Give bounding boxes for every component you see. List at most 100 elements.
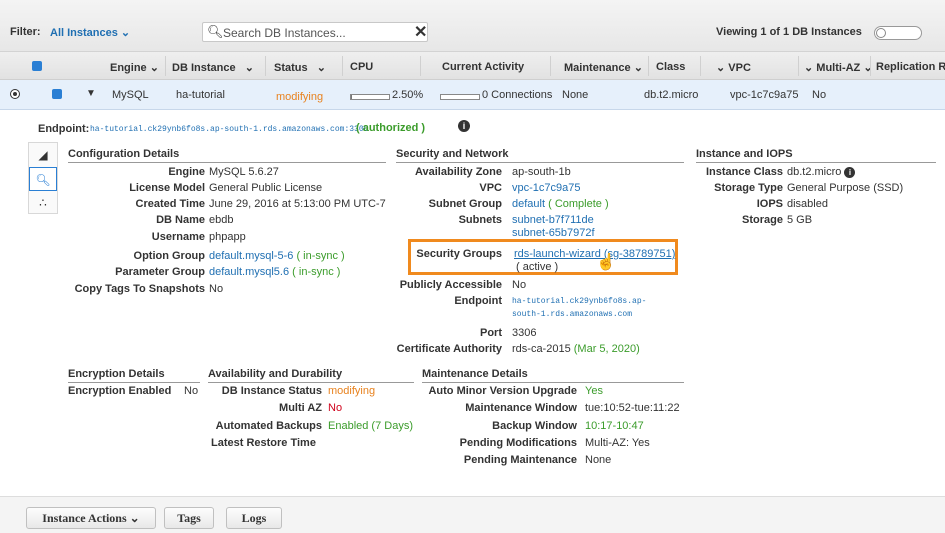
security-subnetgroup-label: Subnet Group xyxy=(428,198,502,210)
security-ca-date: (Mar 5, 2020) xyxy=(573,343,640,355)
instance-actions-button[interactable]: Instance Actions ⌄ xyxy=(26,507,156,529)
viewing-toggle[interactable] xyxy=(874,26,922,40)
config-username: phpapp xyxy=(209,231,246,243)
availability-backups-label: Automated Backups xyxy=(215,420,322,432)
option-group-link[interactable]: default.mysql-5-6 xyxy=(209,250,293,262)
security-public: No xyxy=(512,279,527,291)
parameter-group-link[interactable]: default.mysql5.6 xyxy=(209,266,289,278)
availability-status-label: DB Instance Status xyxy=(221,385,322,397)
config-copytags: No xyxy=(209,283,224,295)
row-select-icon[interactable] xyxy=(52,89,62,99)
instance-actions-label: Instance Actions xyxy=(42,511,127,525)
iops-class-label: Instance Class xyxy=(705,166,783,178)
filter-bar: Filter: All Instances ⌄ 🔍︎ Search DB Ins… xyxy=(0,0,945,52)
cpu-bar xyxy=(350,94,390,100)
parameter-group-status: ( in-sync ) xyxy=(292,266,341,278)
security-group-status: ( active ) xyxy=(516,261,559,273)
column-db-instance[interactable]: DB Instance ⌄ xyxy=(172,61,254,74)
side-tabs: ◢ 🔍︎ ∴ xyxy=(28,142,58,214)
iops-label: IOPS xyxy=(756,198,783,210)
config-license: General Public License xyxy=(209,182,323,194)
security-group-link[interactable]: rds-launch-wizard (sg-38789751) xyxy=(514,248,675,260)
activity-bar xyxy=(440,94,480,100)
availability-multiaz: No xyxy=(328,402,343,414)
security-port: 3306 xyxy=(512,327,537,339)
column-replication[interactable]: Replication R xyxy=(876,61,945,73)
security-title: Security and Network xyxy=(396,148,684,163)
filter-label: Filter: xyxy=(10,26,41,38)
select-all-icon xyxy=(32,61,42,71)
availability-multiaz-label: Multi AZ xyxy=(279,402,322,414)
security-public-label: Publicly Accessible xyxy=(399,279,502,291)
clear-search-icon[interactable]: ✕ xyxy=(414,22,427,42)
filter-dropdown[interactable]: All Instances ⌄ xyxy=(50,26,130,39)
search-placeholder: Search DB Instances... xyxy=(223,26,346,40)
security-az-label: Availability Zone xyxy=(414,166,502,178)
search-icon: 🔍︎ xyxy=(207,24,224,39)
action-bar: Instance Actions ⌄ Tags Logs xyxy=(0,496,945,533)
config-dbname: ebdb xyxy=(209,214,234,226)
expand-triangle-icon[interactable]: ▼ xyxy=(86,88,96,99)
column-maintenance[interactable]: Maintenance ⌄ xyxy=(564,61,643,74)
column-status[interactable]: Status ⌄ xyxy=(274,61,326,74)
maintenance-window: tue:10:52-tue:11:22 xyxy=(585,402,680,414)
vpc-link[interactable]: vpc-1c7c9a75 xyxy=(512,182,581,194)
search-input[interactable]: 🔍︎ Search DB Instances... xyxy=(202,22,428,42)
iops-title: Instance and IOPS xyxy=(696,148,936,163)
column-current-activity[interactable]: Current Activity xyxy=(442,61,524,73)
info-icon[interactable]: i xyxy=(844,167,856,178)
subnet-link[interactable]: subnet-b7f711de xyxy=(512,214,594,226)
maintenance-auto-label: Auto Minor Version Upgrade xyxy=(428,385,577,397)
chart-icon[interactable]: ◢ xyxy=(29,143,57,167)
details-icon[interactable]: 🔍︎ xyxy=(29,167,57,191)
column-multi-az[interactable]: ⌄ Multi-AZ ⌄ xyxy=(804,61,873,74)
maintenance-pending-mod-label: Pending Modifications xyxy=(459,437,577,449)
config-paramgroup-label: Parameter Group xyxy=(115,266,205,278)
encryption-enabled-label: Encryption Enabled xyxy=(68,385,172,397)
column-cpu[interactable]: CPU xyxy=(350,61,373,73)
maintenance-auto: Yes xyxy=(585,385,603,397)
maintenance-window-label: Maintenance Window xyxy=(465,402,577,414)
iops-storage: 5 GB xyxy=(787,214,813,226)
cell-vpc: vpc-1c7c9a75 xyxy=(730,89,799,101)
iops-value: disabled xyxy=(787,198,828,210)
iops-storage-type: General Purpose (SSD) xyxy=(787,182,904,194)
cell-db-instance: ha-tutorial xyxy=(176,89,225,101)
logs-button[interactable]: Logs xyxy=(226,507,282,529)
security-ca: rds-ca-2015 xyxy=(512,343,571,355)
option-group-status: ( in-sync ) xyxy=(296,250,345,262)
security-subnets-label: Subnets xyxy=(458,214,502,226)
cell-activity: 0 Connections xyxy=(482,89,553,101)
topology-icon[interactable]: ∴ xyxy=(29,191,57,215)
column-vpc[interactable]: ⌄ VPC xyxy=(716,61,751,74)
row-radio[interactable] xyxy=(10,89,20,99)
cell-engine: MySQL xyxy=(112,89,149,101)
iops-storage-type-label: Storage Type xyxy=(714,182,783,194)
availability-status: modifying xyxy=(328,385,376,397)
column-engine[interactable]: Engine ⌄ xyxy=(110,61,159,74)
config-username-label: Username xyxy=(151,231,205,243)
config-created: June 29, 2016 at 5:13:00 PM UTC-7 xyxy=(209,198,386,210)
cell-class: db.t2.micro xyxy=(644,89,699,101)
iops-class: db.t2.micro xyxy=(787,166,842,178)
subnet-group-link[interactable]: default xyxy=(512,198,545,210)
security-endpoint-line1[interactable]: ha-tutorial.ck29ynb6fo8s.ap- xyxy=(512,297,646,306)
security-endpoint-label: Endpoint xyxy=(454,295,502,307)
security-groups-label: Security Groups xyxy=(416,248,502,260)
config-created-label: Created Time xyxy=(135,198,206,210)
info-icon[interactable]: i xyxy=(458,120,470,132)
security-port-label: Port xyxy=(480,327,502,339)
cell-cpu: 2.50% xyxy=(392,89,424,101)
chevron-down-icon: ⌄ xyxy=(120,27,131,39)
table-row[interactable]: ▼ MySQL ha-tutorial modifying 2.50% 0 Co… xyxy=(0,80,945,110)
cell-maintenance: None xyxy=(562,89,589,101)
tags-button[interactable]: Tags xyxy=(164,507,214,529)
security-endpoint-line2[interactable]: south-1.rds.amazonaws.com xyxy=(512,310,632,319)
maintenance-pending-maint-label: Pending Maintenance xyxy=(463,454,577,466)
subnet-link[interactable]: subnet-65b7972f xyxy=(512,227,595,239)
endpoint-label: Endpoint: xyxy=(38,123,90,135)
chevron-down-icon: ⌄ xyxy=(129,511,140,525)
endpoint-value[interactable]: ha-tutorial.ck29ynb6fo8s.ap-south-1.rds.… xyxy=(90,125,368,134)
column-class[interactable]: Class xyxy=(656,61,685,73)
filter-value: All Instances xyxy=(50,27,118,39)
